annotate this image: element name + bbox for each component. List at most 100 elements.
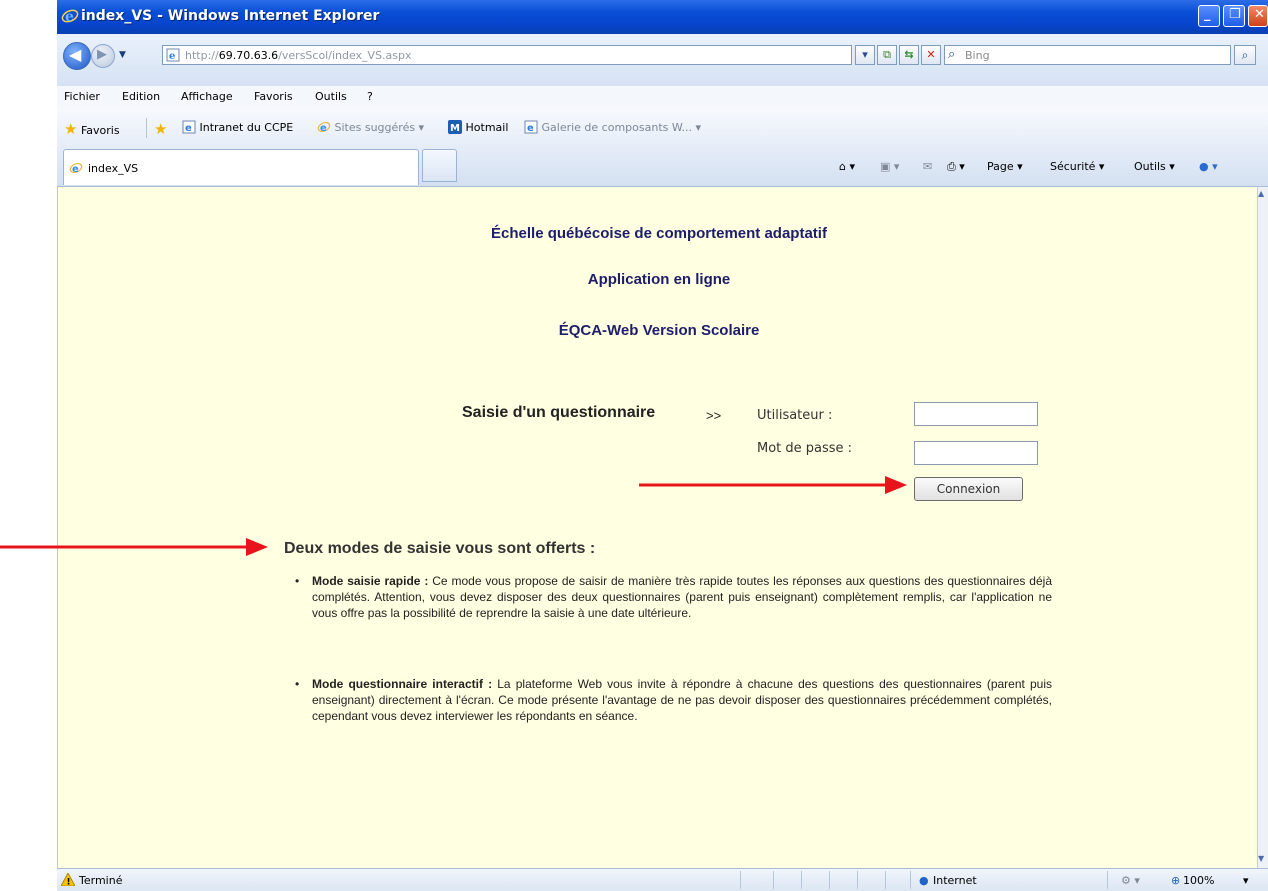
password-field[interactable] <box>914 441 1038 465</box>
zoom-dropdown-icon[interactable]: ▾ <box>1243 874 1249 887</box>
bullet-icon: • <box>295 574 300 588</box>
svg-text:!: ! <box>67 878 71 887</box>
refresh-icon[interactable]: ⇆ <box>899 45 919 65</box>
stop-icon[interactable]: ✕ <box>921 45 941 65</box>
home-icon[interactable]: ⌂ ▾ <box>839 160 855 173</box>
menu-item-affichage[interactable]: Affichage <box>181 90 233 103</box>
favorite-hotmail[interactable]: M Hotmail <box>448 120 508 134</box>
add-favorite-icon: ★ <box>154 120 168 138</box>
internet-zone-label: Internet <box>933 874 977 887</box>
status-text: Terminé <box>79 874 123 887</box>
svg-text:e: e <box>72 164 79 175</box>
separator <box>146 118 147 138</box>
menu-item-edition[interactable]: Edition <box>122 90 160 103</box>
zoom-level[interactable]: 100% <box>1183 874 1214 887</box>
menu-item-outils[interactable]: Outils <box>315 90 347 103</box>
svg-text:e: e <box>320 123 327 134</box>
login-arrow-text: >> <box>706 408 722 423</box>
page-menu[interactable]: Page ▾ <box>987 160 1023 173</box>
tab-label: index_VS <box>88 162 139 175</box>
menu-item-favoris[interactable]: Favoris <box>254 90 293 103</box>
back-button[interactable]: ◀ <box>63 42 91 70</box>
mode-title: Mode saisie rapide : <box>312 574 429 588</box>
search-engine-icon: ⌕ <box>948 47 956 62</box>
separator <box>829 871 830 889</box>
internet-zone-icon: ● <box>919 874 929 887</box>
svg-text:e: e <box>185 123 192 134</box>
feeds-icon[interactable]: ▣ ▾ <box>880 160 899 173</box>
address-url: http://69.70.63.6/versScol/index_VS.aspx <box>185 49 412 62</box>
vertical-scrollbar[interactable]: ▲ ▼ <box>1257 187 1268 868</box>
forward-arrow-icon: ▶ <box>97 47 107 62</box>
svg-text:e: e <box>169 51 175 62</box>
help-icon[interactable]: ● ▾ <box>1199 160 1218 173</box>
search-input[interactable]: ⌕ Bing <box>944 45 1231 65</box>
bullet-icon: • <box>295 677 300 691</box>
address-bar[interactable]: e http://69.70.63.6/versScol/index_VS.as… <box>162 45 852 65</box>
forward-button[interactable]: ▶ <box>91 44 115 68</box>
search-placeholder: Bing <box>965 49 990 62</box>
print-icon[interactable]: ⎙ ▾ <box>947 160 965 174</box>
favorite-intranet[interactable]: e Intranet du CCPE <box>182 120 293 134</box>
menu-item-fichier[interactable]: Fichier <box>64 90 100 103</box>
username-field[interactable] <box>914 402 1038 426</box>
modes-heading: Deux modes de saisie vous sont offerts : <box>284 540 596 557</box>
add-favorite-button[interactable]: ★ <box>154 120 167 138</box>
warning-icon: ! <box>61 873 75 886</box>
page-title: Échelle québécoise de comportement adapt… <box>491 225 827 242</box>
favorites-bar: ★ Favoris ★ e Intranet du CCPE e Sites s… <box>57 108 1268 147</box>
window-title: index_VS - Windows Internet Explorer <box>81 8 380 24</box>
zoom-icon: ⊕ <box>1171 874 1181 887</box>
maximize-button[interactable]: ❐ <box>1223 5 1245 27</box>
annotation-arrow-modes <box>0 538 268 556</box>
status-bar: ! Terminé ● Internet ⚙ ▾ ⊕ 100% ▾ <box>57 868 1268 891</box>
page-subtitle: Application en ligne <box>587 271 731 288</box>
securite-menu[interactable]: Sécurité ▾ <box>1050 160 1104 173</box>
search-button[interactable]: ⌕ <box>1234 45 1256 65</box>
new-tab-button[interactable] <box>422 149 457 182</box>
favorites-button[interactable]: ★ Favoris <box>64 120 120 138</box>
login-heading: Saisie d'un questionnaire <box>462 404 656 421</box>
ie-logo-icon: e <box>317 121 331 134</box>
ie-logo-icon: e <box>61 9 79 25</box>
annotation-arrow-connexion <box>639 476 907 494</box>
separator <box>885 871 886 889</box>
favorite-galerie[interactable]: e Galerie de composants W... ▾ <box>524 120 701 134</box>
back-arrow-icon: ◀ <box>69 45 82 64</box>
separator <box>1107 871 1108 889</box>
scroll-down-icon[interactable]: ▼ <box>1258 854 1268 866</box>
close-button[interactable]: ✕ <box>1248 5 1268 27</box>
minimize-button[interactable]: _ <box>1198 5 1220 27</box>
menu-item-help[interactable]: ? <box>367 90 373 103</box>
hotmail-icon: M <box>448 120 462 134</box>
page-version: ÉQCA-Web Version Scolaire <box>558 322 760 339</box>
svg-text:e: e <box>65 9 74 25</box>
mode-title: Mode questionnaire interactif : <box>312 677 493 691</box>
username-label: Utilisateur : <box>757 408 833 423</box>
history-dropdown-icon[interactable]: ▼ <box>119 50 126 60</box>
address-toolbar: ◀ ▶ ▼ e http://69.70.63.6/versScol/index… <box>57 34 1268 87</box>
list-item: • Mode saisie rapide : Ce mode vous prop… <box>295 573 1052 621</box>
separator <box>740 871 741 889</box>
svg-text:e: e <box>527 123 534 134</box>
svg-text:M: M <box>450 123 460 134</box>
ie-page-icon: e <box>182 120 196 134</box>
tab-row: e index_VS ⌂ ▾ ▣ ▾ ✉ ⎙ ▾ Page ▾ Sécurité… <box>57 146 1268 187</box>
favorite-sites-suggeres[interactable]: e Sites suggérés ▾ <box>317 120 424 134</box>
separator <box>801 871 802 889</box>
protected-mode-icon[interactable]: ⚙ ▾ <box>1121 874 1140 887</box>
scroll-up-icon[interactable]: ▲ <box>1258 189 1268 201</box>
ie-logo-icon: e <box>69 162 83 175</box>
read-mail-icon[interactable]: ✉ <box>923 160 932 173</box>
ie-page-icon: e <box>524 120 538 134</box>
separator <box>773 871 774 889</box>
compatibility-view-icon[interactable]: ⧉ <box>877 45 897 65</box>
connexion-button[interactable]: Connexion <box>914 477 1023 501</box>
address-dropdown-button[interactable]: ▾ <box>855 45 875 65</box>
separator <box>857 871 858 889</box>
menu-bar: Fichier Edition Affichage Favoris Outils… <box>57 86 1268 109</box>
page-icon: e <box>166 48 180 62</box>
tab-index-vs[interactable]: e index_VS <box>63 149 419 185</box>
password-label: Mot de passe : <box>757 441 853 456</box>
outils-menu[interactable]: Outils ▾ <box>1134 160 1175 173</box>
